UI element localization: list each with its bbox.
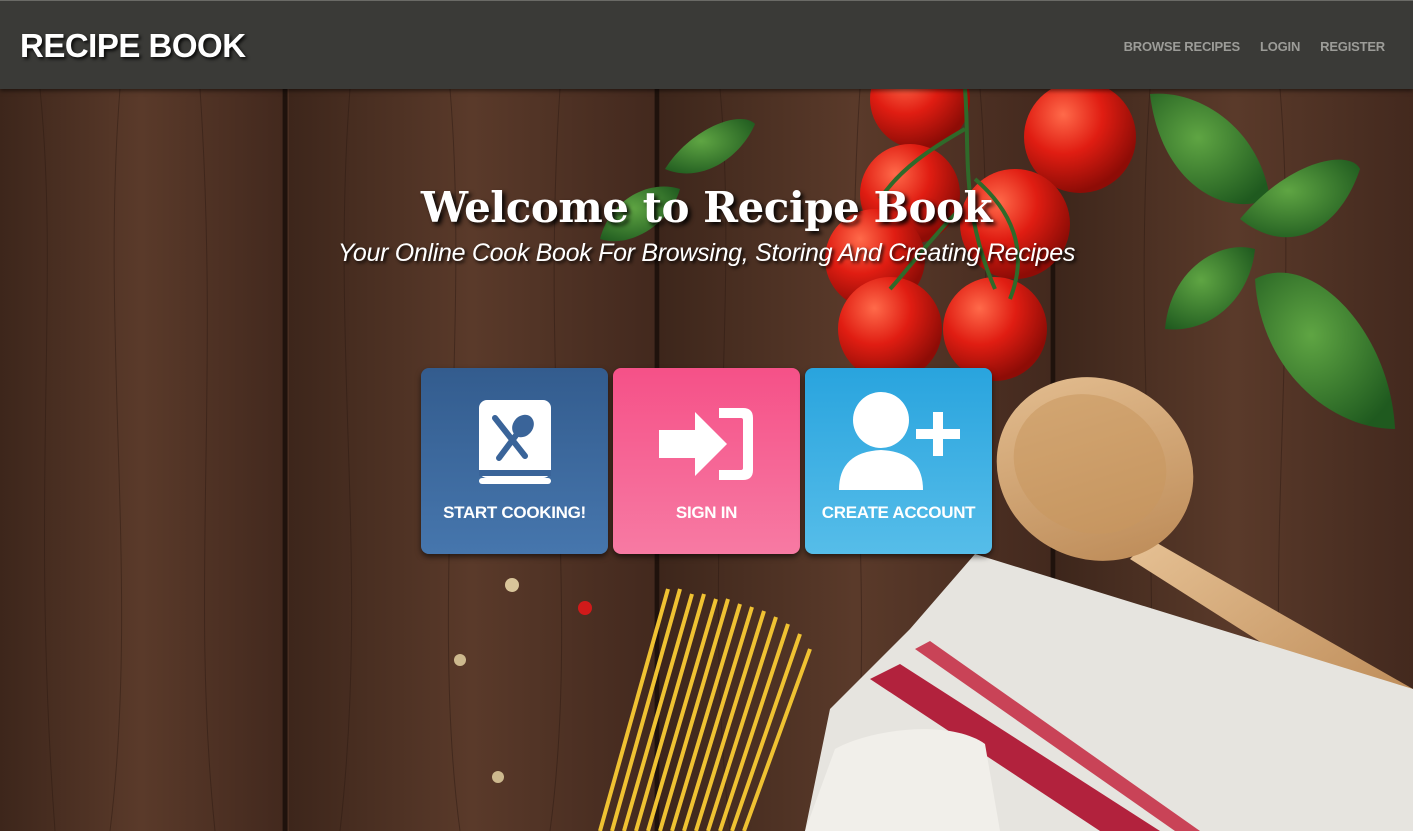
start-cooking-label: START COOKING! bbox=[443, 503, 586, 522]
action-tiles: START COOKING! SIGN IN CREATE ACCOUNT bbox=[421, 368, 992, 554]
navbar: RECIPE BOOK BROWSE RECIPES LOGIN REGISTE… bbox=[0, 0, 1413, 89]
create-account-label: CREATE ACCOUNT bbox=[821, 503, 976, 522]
add-user-icon bbox=[838, 392, 960, 490]
sign-in-button[interactable]: SIGN IN bbox=[613, 368, 800, 554]
recipe-book-icon bbox=[478, 400, 551, 484]
nav-link-browse-recipes[interactable]: BROWSE RECIPES bbox=[1124, 39, 1241, 54]
create-account-button[interactable]: CREATE ACCOUNT bbox=[805, 368, 992, 554]
hero-section: Welcome to Recipe Book Your Online Cook … bbox=[0, 89, 1413, 831]
nav-link-login[interactable]: LOGIN bbox=[1260, 39, 1300, 54]
sign-in-icon bbox=[658, 408, 753, 480]
start-cooking-button[interactable]: START COOKING! bbox=[421, 368, 608, 554]
hero-subtitle: Your Online Cook Book For Browsing, Stor… bbox=[337, 239, 1076, 267]
hero-title: Welcome to Recipe Book bbox=[420, 183, 993, 232]
nav-link-register[interactable]: REGISTER bbox=[1320, 39, 1385, 54]
nav-links: BROWSE RECIPES LOGIN REGISTER bbox=[1124, 39, 1386, 54]
brand-logo[interactable]: RECIPE BOOK bbox=[20, 27, 246, 65]
sign-in-label: SIGN IN bbox=[675, 503, 738, 522]
